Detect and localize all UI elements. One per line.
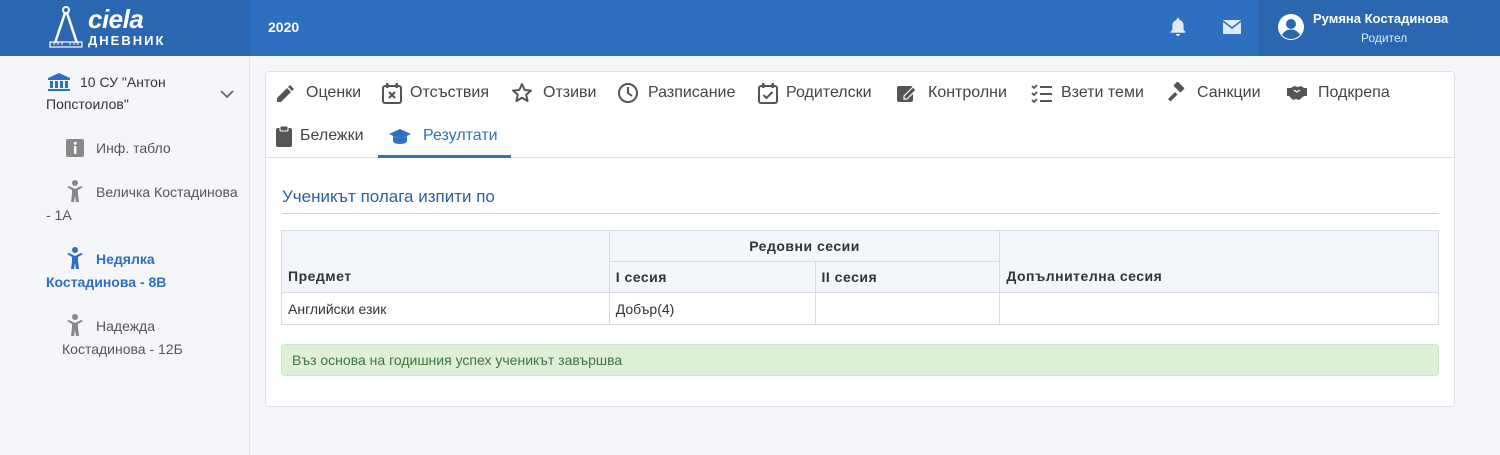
tab-reviews[interactable]: Отзиви: [511, 81, 601, 105]
info-icon: [66, 139, 84, 157]
sidebar-item-child-2[interactable]: Недялка Костадинова - 8В: [46, 248, 246, 294]
bell-icon[interactable]: [1169, 17, 1187, 37]
logo[interactable]: ciela ДНЕВНИК: [0, 0, 250, 56]
tab-support[interactable]: Подкрепа: [1284, 81, 1394, 105]
sidebar-item-info-board[interactable]: Инф. табло: [96, 137, 171, 160]
user-role: Родител: [1361, 31, 1408, 45]
tab-parent-meetings[interactable]: Родителски: [757, 81, 877, 105]
section-divider: [282, 213, 1439, 214]
gavel-icon: [1168, 82, 1185, 102]
tab-notes[interactable]: Бележки: [273, 124, 369, 148]
sidebar-item-child-3[interactable]: Надежда Костадинова - 12Б: [62, 315, 222, 361]
clipboard-icon: [276, 125, 292, 147]
active-tab-indicator: [378, 155, 511, 158]
tab-tests[interactable]: Контролни: [896, 81, 1014, 105]
handshake-icon: [1287, 86, 1307, 100]
user-name[interactable]: Румяна Костадинова: [1313, 11, 1448, 26]
star-icon: [512, 83, 532, 102]
edit-icon: [897, 86, 917, 102]
clock-icon: [618, 83, 638, 103]
school-year[interactable]: 2020: [268, 19, 299, 35]
tab-absences[interactable]: Отсъствия: [381, 81, 496, 105]
logo-dnevnik: ДНЕВНИК: [88, 33, 166, 48]
logo-ciela: ciela: [88, 4, 144, 34]
compass-logo-icon: [49, 6, 83, 48]
cell-session-2: [814, 292, 1001, 325]
sidebar-item-child-1[interactable]: Величка Костадинова - 1А: [46, 181, 246, 227]
checklist-icon: [1031, 84, 1052, 104]
cell-session-1: Добър(4): [608, 292, 816, 325]
section-title: Ученикът полага изпити по: [282, 187, 495, 206]
exam-results-table: Предмет Редовни сесии Допълнителна сесия…: [281, 230, 1439, 325]
pencil-icon: [277, 85, 294, 102]
col-session-2-header: II сесия: [814, 261, 1001, 293]
calendar-x-icon: [382, 83, 402, 104]
table-row: Английски език Добър(4): [281, 292, 1439, 325]
cell-extra-session: [999, 292, 1439, 325]
cell-subject: Английски език: [281, 292, 610, 325]
col-extra-session-header: Допълнителна сесия: [999, 230, 1439, 293]
chevron-down-icon[interactable]: [220, 89, 234, 99]
col-subject-header: Предмет: [281, 230, 610, 293]
calendar-check-icon: [758, 83, 778, 104]
tab-covered-topics[interactable]: Взети теми: [1031, 81, 1149, 105]
result-alert: Въз основа на годишния успех ученикът за…: [281, 344, 1439, 376]
col-session-1-header: I сесия: [608, 261, 816, 293]
tab-sanctions[interactable]: Санкции: [1166, 81, 1266, 105]
tab-results[interactable]: Резултати: [386, 124, 506, 148]
mail-icon[interactable]: [1222, 19, 1242, 35]
tab-grades[interactable]: Оценки: [275, 81, 365, 105]
tab-schedule[interactable]: Разписание: [617, 81, 742, 105]
col-regular-sessions-header: Редовни сесии: [608, 230, 1001, 262]
school-selector[interactable]: 10 СУ "Антон Попстоилов": [46, 71, 206, 115]
user-avatar-icon[interactable]: [1277, 13, 1305, 41]
graduation-cap-icon: [389, 129, 411, 144]
